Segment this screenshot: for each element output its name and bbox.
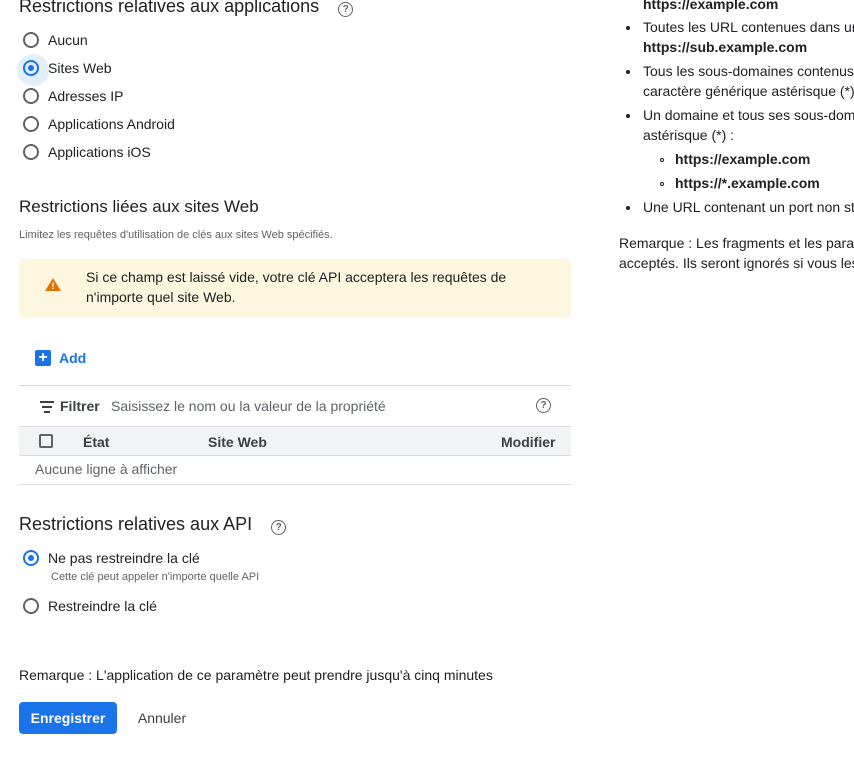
radio-option-ios[interactable]: Applications iOS	[23, 141, 151, 163]
radio-icon[interactable]	[23, 32, 39, 48]
radio-label: Restreindre la clé	[48, 598, 157, 614]
radio-selected-icon[interactable]	[17, 54, 49, 86]
table-header: État Site Web Modifier	[19, 426, 571, 456]
radio-icon[interactable]	[23, 598, 39, 614]
filter-icon[interactable]	[40, 401, 54, 416]
web-restrictions-subtitle: Limitez les requêtes d'utilisation de cl…	[19, 229, 333, 241]
app-restrictions-title: Restrictions relatives aux applications …	[19, 0, 354, 17]
side-url-example: https://example.com	[643, 0, 779, 12]
api-restrictions-title: Restrictions relatives aux API ?	[19, 514, 287, 535]
api-restrictions-title-text: Restrictions relatives aux API	[19, 514, 253, 534]
radio-label: Sites Web	[48, 60, 112, 76]
web-restrictions-title: Restrictions liées aux sites Web	[19, 197, 259, 216]
side-bullet-1-url: https://sub.example.com	[643, 39, 808, 55]
radio-label: Aucun	[48, 32, 88, 48]
radio-icon[interactable]	[23, 144, 39, 160]
side-sub-2: https://*.example.com	[675, 175, 820, 191]
divider	[19, 484, 571, 485]
radio-label: Ne pas restreindre la clé	[48, 550, 200, 566]
bullet	[626, 70, 630, 74]
side-sub-1: https://example.com	[675, 151, 811, 167]
radio-option-aucun[interactable]: Aucun	[23, 29, 88, 51]
warning-banner: ! Si ce champ est laissé vide, votre clé…	[19, 259, 571, 317]
radio-label: Applications Android	[48, 116, 175, 132]
help-icon[interactable]: ?	[338, 2, 354, 17]
warning-mark: !	[51, 281, 55, 291]
radio-option-sites-web[interactable]: Sites Web	[17, 54, 112, 86]
note-text: Remarque : L'application de ce paramètre…	[19, 667, 493, 683]
sub-bullet	[660, 158, 664, 162]
side-bullet-4: Une URL contenant un port non sta	[643, 199, 854, 215]
radio-option-no-restrict[interactable]: Ne pas restreindre la clé	[23, 547, 200, 569]
side-bullet-2-line2: caractère générique astérisque (*)	[643, 83, 854, 99]
radio-option-android[interactable]: Applications Android	[23, 113, 175, 135]
cancel-button[interactable]: Annuler	[124, 702, 200, 734]
radio-option-restrict[interactable]: Restreindre la clé	[23, 595, 157, 617]
side-remark-2: acceptés. Ils seront ignorés si vous les	[619, 255, 854, 271]
filter-label[interactable]: Filtrer	[60, 398, 100, 414]
bullet	[626, 26, 630, 30]
sub-bullet	[660, 182, 664, 186]
plus-icon: +	[35, 350, 51, 366]
app-restrictions-title-text: Restrictions relatives aux applications	[19, 0, 320, 16]
side-remark-1: Remarque : Les fragments et les parar	[619, 235, 854, 251]
select-all-checkbox[interactable]	[39, 434, 53, 448]
side-bullet-3-line2: astérisque (*) :	[643, 127, 735, 143]
radio-label: Adresses IP	[48, 88, 124, 104]
add-button[interactable]: + Add	[35, 350, 86, 366]
radio-icon[interactable]	[23, 88, 39, 104]
bullet	[626, 114, 630, 118]
column-site-web[interactable]: Site Web	[208, 434, 267, 450]
side-bullet-2: Tous les sous-domaines contenus	[643, 63, 854, 79]
radio-option-adresses-ip[interactable]: Adresses IP	[23, 85, 123, 107]
radio-label: Applications iOS	[48, 144, 151, 160]
filter-input[interactable]: Saisissez le nom ou la valeur de la prop…	[111, 398, 386, 414]
divider	[19, 385, 571, 386]
side-bullet-1: Toutes les URL contenues dans un	[643, 19, 854, 35]
radio-selected-icon[interactable]	[23, 550, 39, 566]
bullet	[626, 206, 630, 210]
side-bullet-3: Un domaine et tous ses sous-dom	[643, 107, 854, 123]
add-label: Add	[59, 350, 87, 366]
radio-icon[interactable]	[23, 116, 39, 132]
radio-sublabel: Cette clé peut appeler n'importe quelle …	[51, 571, 260, 583]
save-button[interactable]: Enregistrer	[19, 702, 117, 734]
help-icon[interactable]: ?	[271, 520, 287, 535]
column-etat[interactable]: État	[83, 434, 109, 450]
help-icon[interactable]: ?	[536, 398, 551, 413]
warning-text: Si ce champ est laissé vide, votre clé A…	[86, 269, 507, 305]
column-modifier[interactable]: Modifier	[501, 434, 555, 450]
empty-table-message: Aucune ligne à afficher	[35, 461, 178, 477]
